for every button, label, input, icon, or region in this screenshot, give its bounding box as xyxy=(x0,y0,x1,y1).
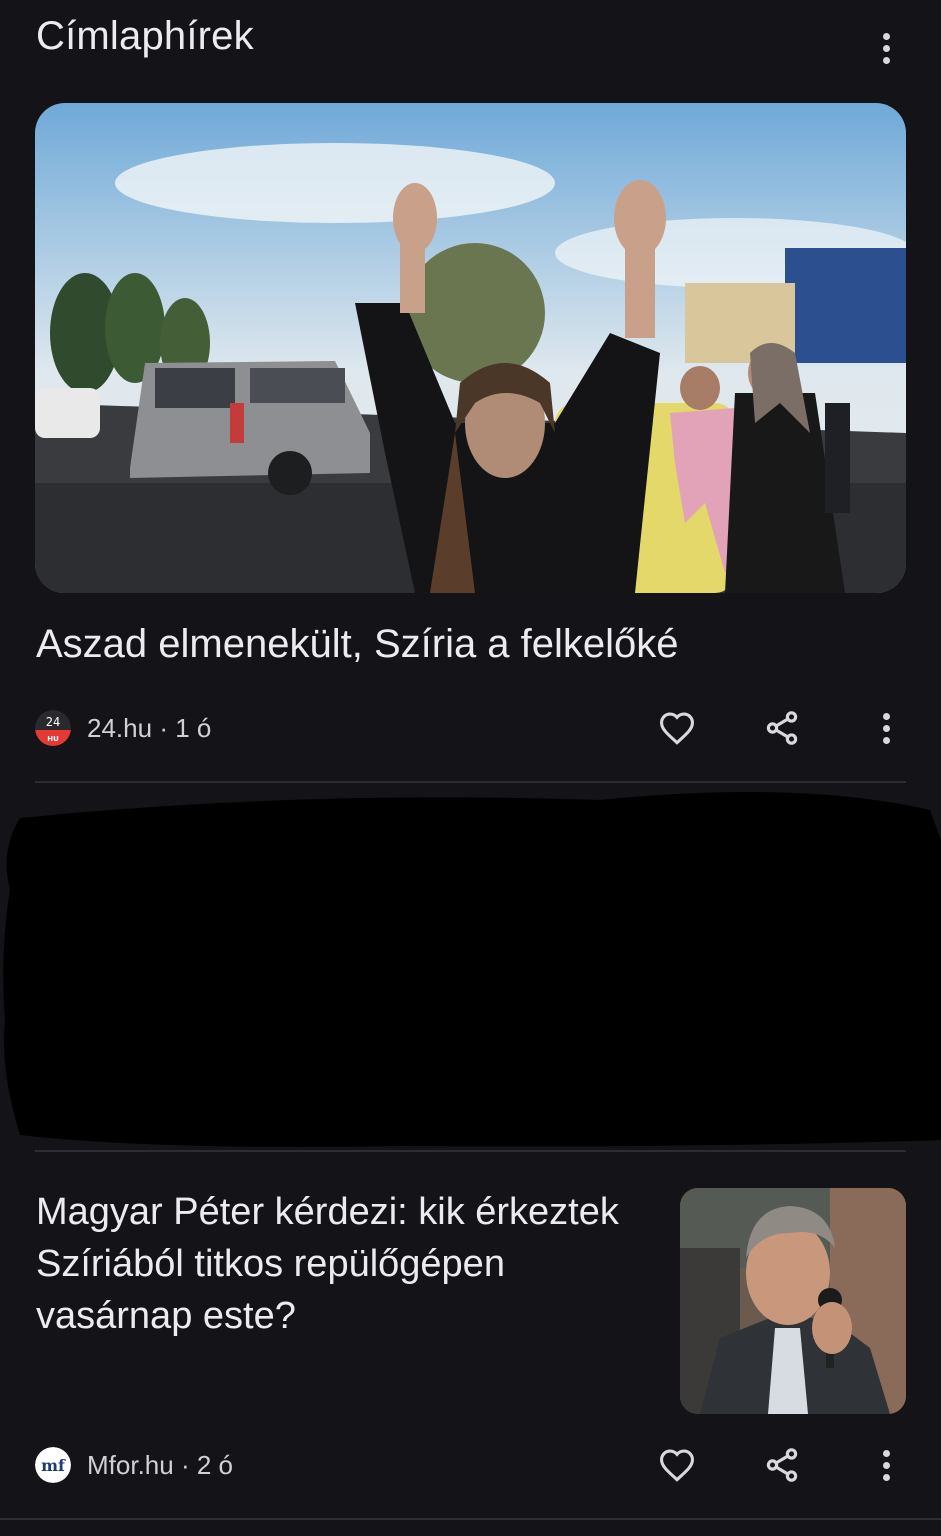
source-logo-mfor: mf xyxy=(35,1447,71,1483)
divider xyxy=(0,1518,941,1520)
logo-24-text: 24 xyxy=(46,715,60,729)
article-2-image[interactable] xyxy=(680,1188,906,1414)
article-2-more-icon[interactable] xyxy=(872,1443,900,1487)
article-2-age: 2 ó xyxy=(196,1449,234,1480)
article-1-more-icon[interactable] xyxy=(872,706,900,750)
source-logo-24hu: 24 HU xyxy=(35,710,71,746)
article-1-meta: 24 HU 24.hu · 1 ó xyxy=(35,710,211,746)
logo-mf-text: mf xyxy=(41,1456,66,1475)
divider xyxy=(35,1150,906,1152)
share-icon[interactable] xyxy=(758,704,806,752)
article-2-meta: mf Mfor.hu · 2 ó xyxy=(35,1447,233,1483)
logo-hu-text: HU xyxy=(47,735,59,743)
share-icon[interactable] xyxy=(758,1441,806,1489)
header-more-icon[interactable] xyxy=(872,26,900,70)
article-2-headline[interactable]: Magyar Péter kérdezi: kik érkeztek Szíri… xyxy=(36,1186,636,1342)
article-1-age: 1 ó xyxy=(175,712,212,743)
article-1-image[interactable] xyxy=(35,103,906,593)
article-1-source[interactable]: 24.hu xyxy=(87,713,152,743)
redacted-region xyxy=(0,770,941,1150)
article-2-source[interactable]: Mfor.hu xyxy=(87,1450,174,1480)
heart-icon[interactable] xyxy=(653,704,701,752)
page-title: Címlaphírek xyxy=(36,14,254,58)
meta-separator: · xyxy=(180,1449,190,1480)
meta-separator: · xyxy=(159,712,168,743)
article-1-headline[interactable]: Aszad elmenekült, Szíria a felkelőké xyxy=(36,622,896,667)
heart-icon[interactable] xyxy=(653,1441,701,1489)
